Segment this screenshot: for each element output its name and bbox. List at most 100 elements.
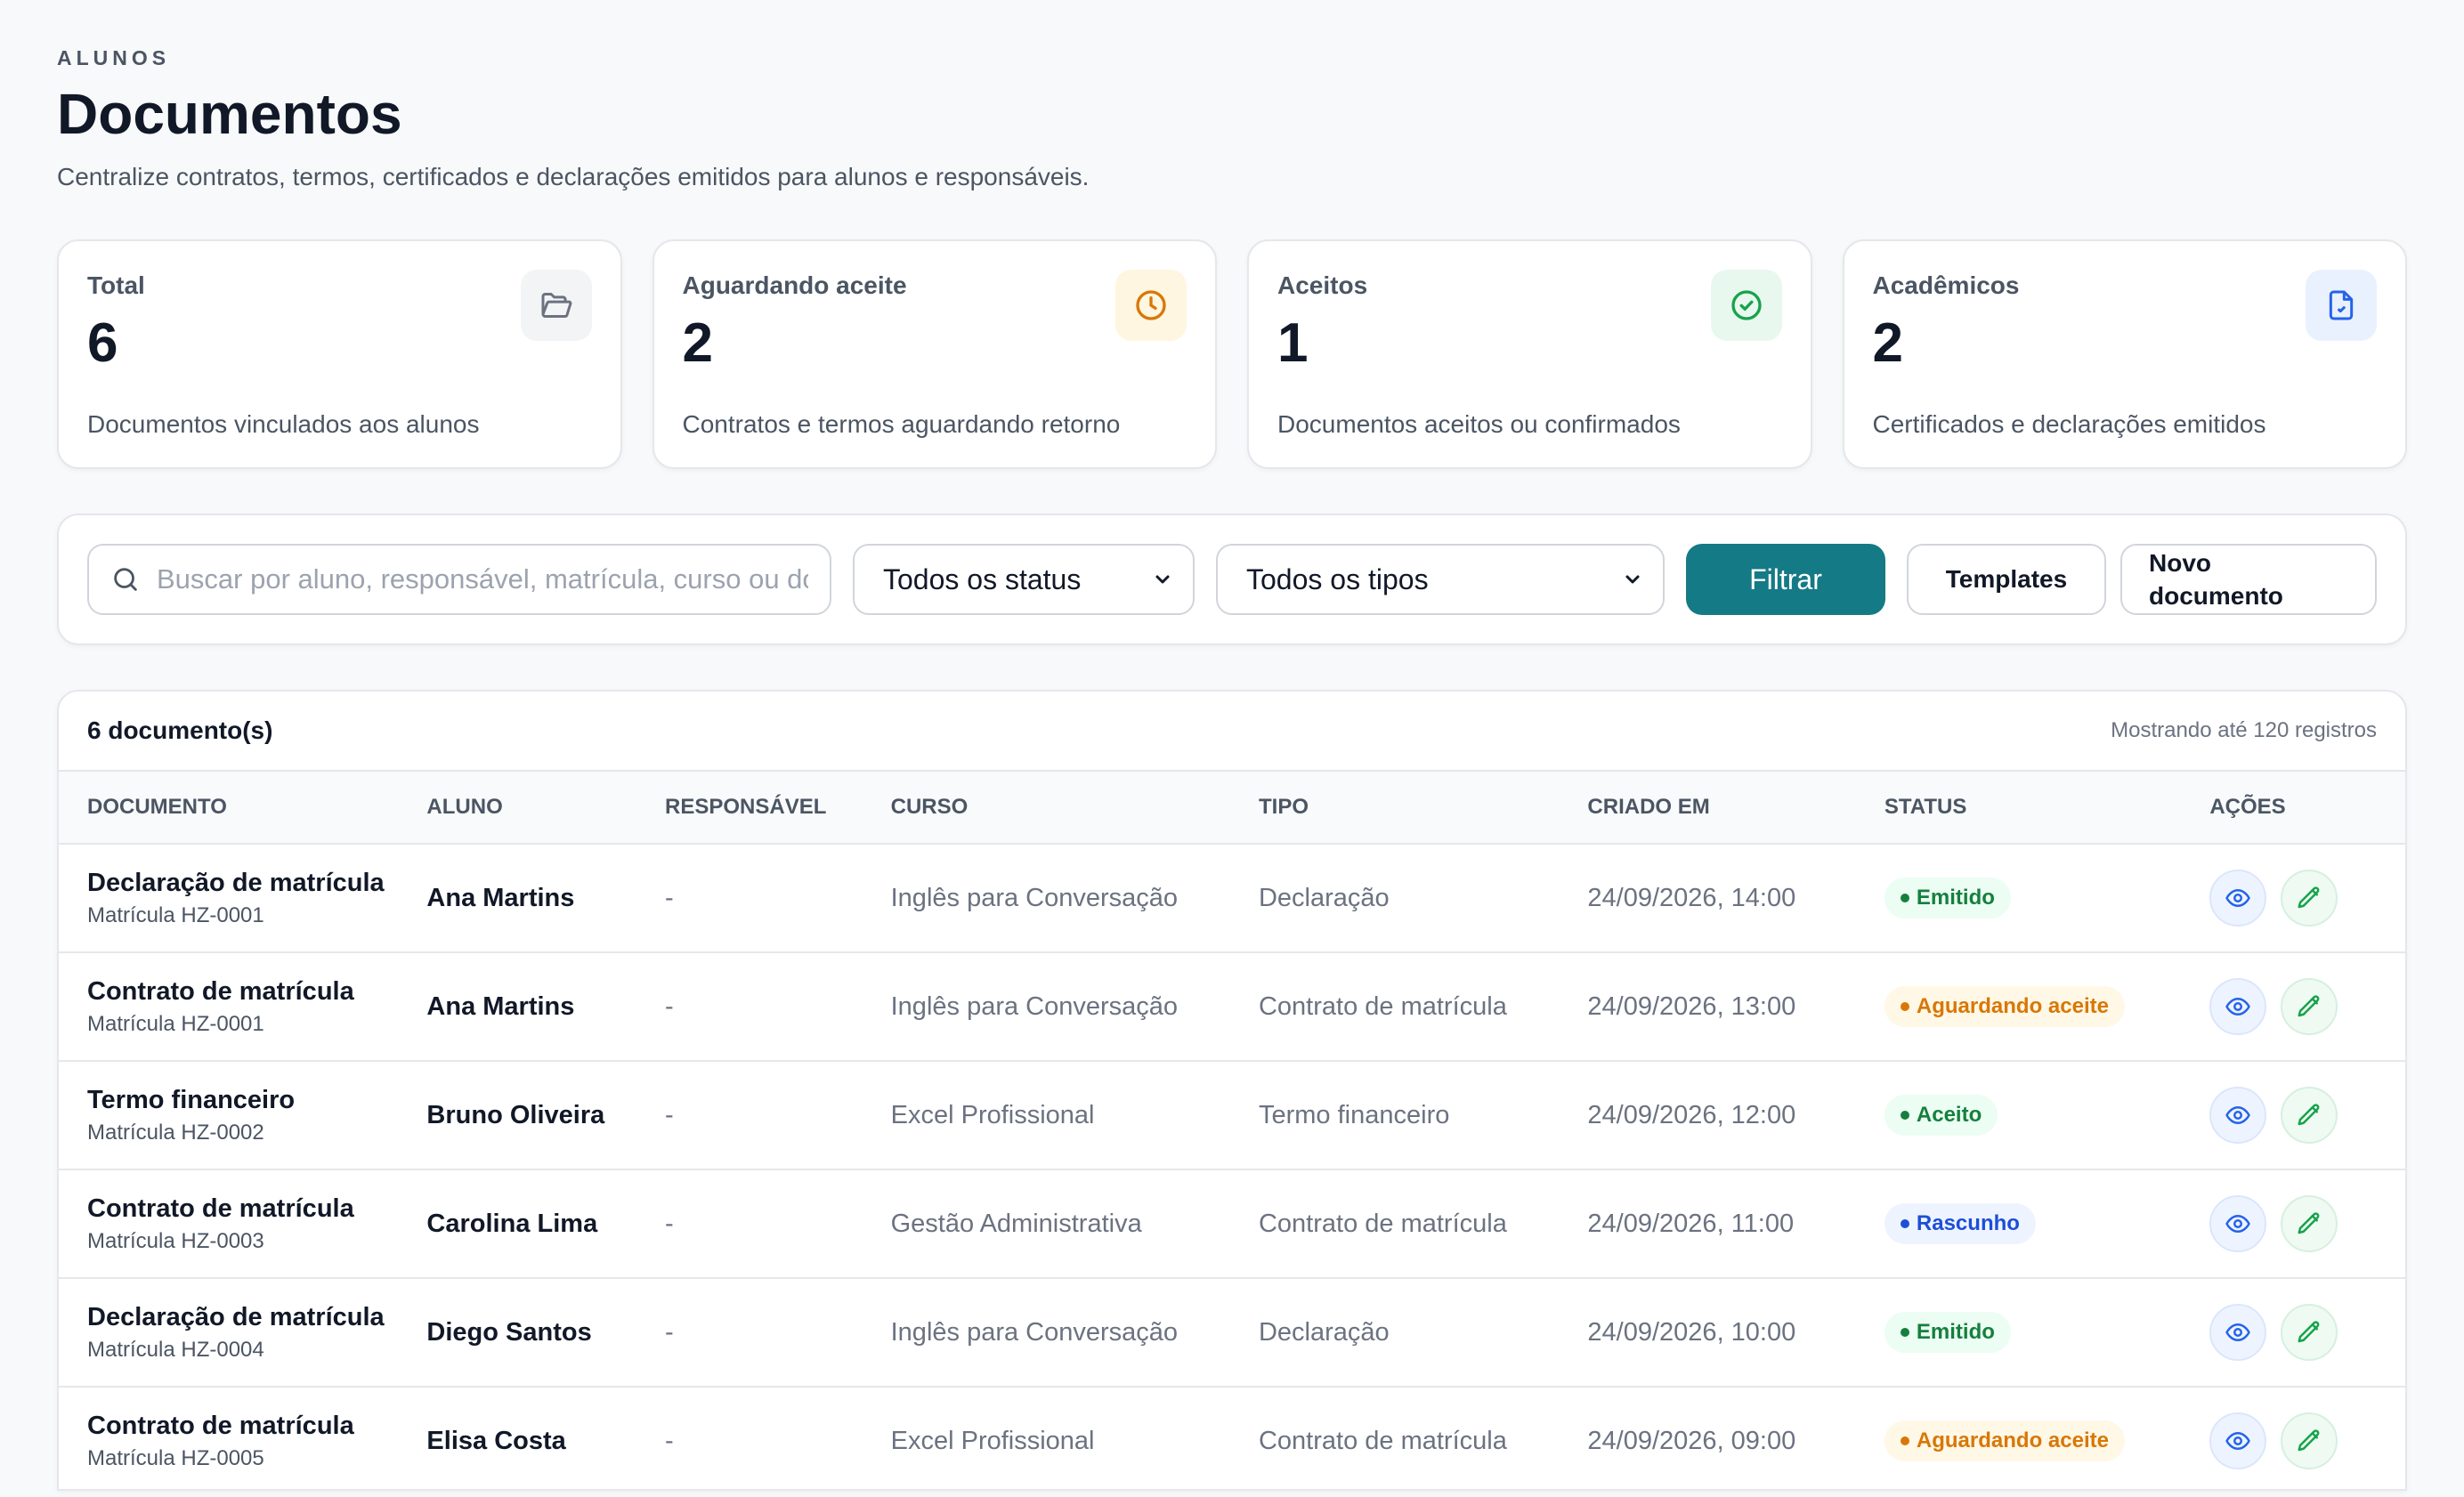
- view-button[interactable]: [2209, 1195, 2267, 1253]
- document-type: Contrato de matrícula: [1258, 1209, 1507, 1238]
- stat-label: Aguardando aceite: [682, 271, 907, 300]
- filter-bar: Todos os status Todos os tipos Filtrar T…: [57, 514, 2407, 646]
- col-documento: DOCUMENTO: [87, 795, 227, 820]
- document-type: Contrato de matrícula: [1258, 991, 1507, 1021]
- table-row[interactable]: Termo financeiro Matrícula HZ-0002 Bruno O…: [59, 1062, 2405, 1171]
- status-label: Aguardando aceite: [1916, 1428, 2109, 1453]
- document-title[interactable]: Declaração de matrícula: [87, 869, 426, 898]
- created-at: 24/09/2026, 09:00: [1587, 1426, 1796, 1455]
- status-label: Aguardando aceite: [1916, 994, 2109, 1019]
- student-name: Carolina Lima: [426, 1209, 598, 1238]
- course-name: Excel Profissional: [890, 1426, 1095, 1455]
- document-cell: Contrato de matrícula Matrícula HZ-0003: [59, 1194, 426, 1254]
- created-at: 24/09/2026, 12:00: [1587, 1100, 1796, 1129]
- col-status: STATUS: [1884, 795, 1967, 820]
- document-title[interactable]: Declaração de matrícula: [87, 1303, 426, 1332]
- document-cell: Termo financeiro Matrícula HZ-0002: [59, 1086, 426, 1145]
- stat-label: Total: [87, 271, 145, 300]
- table-row[interactable]: Contrato de matrícula Matrícula HZ-0005 El…: [59, 1388, 2405, 1489]
- document-title[interactable]: Contrato de matrícula: [87, 1194, 426, 1224]
- stat-card-academic: Acadêmicos 2 Certificados e declarações …: [1842, 239, 2407, 470]
- document-cell: Contrato de matrícula Matrícula HZ-0001: [59, 977, 426, 1037]
- table-row[interactable]: Contrato de matrícula Matrícula HZ-0003 Ca…: [59, 1170, 2405, 1280]
- stat-label: Aceitos: [1277, 271, 1368, 300]
- status-badge: Emitido: [1884, 1312, 2011, 1354]
- guardian-name: -: [665, 1100, 674, 1129]
- new-document-button[interactable]: Novo documento: [2120, 544, 2377, 616]
- col-acoes: AÇÕES: [2209, 795, 2286, 820]
- records-info: Mostrando até 120 registros: [2111, 718, 2377, 743]
- stat-value: 2: [1872, 312, 1903, 375]
- edit-button[interactable]: [2281, 1304, 2338, 1362]
- table-row[interactable]: Declaração de matrícula Matrícula HZ-0004…: [59, 1279, 2405, 1388]
- document-title[interactable]: Termo financeiro: [87, 1086, 426, 1115]
- student-name: Ana Martins: [426, 991, 575, 1021]
- document-title[interactable]: Contrato de matrícula: [87, 977, 426, 1007]
- status-dot-icon: [1900, 1111, 1909, 1121]
- document-type: Termo financeiro: [1258, 1100, 1450, 1129]
- status-badge: Rascunho: [1884, 1203, 2036, 1245]
- status-cell: Aceito: [1884, 1095, 2209, 1137]
- guardian-name: -: [665, 1209, 674, 1238]
- stat-value: 2: [682, 312, 713, 375]
- type-select-value: Todos os tipos: [1246, 562, 1429, 595]
- enrollment-code: Matrícula HZ-0001: [87, 902, 264, 927]
- actions-cell: [2209, 978, 2405, 1036]
- col-curso: CURSO: [890, 795, 969, 820]
- student-name: Bruno Oliveira: [426, 1100, 605, 1129]
- search-icon: [114, 568, 137, 592]
- stat-desc: Documentos vinculados aos alunos: [87, 410, 480, 439]
- col-criado-em: CRIADO EM: [1587, 795, 1710, 820]
- enrollment-code: Matrícula HZ-0004: [87, 1337, 264, 1362]
- documents-table: 6 documento(s) Mostrando até 120 registr…: [57, 690, 2407, 1492]
- status-label: Rascunho: [1916, 1211, 2020, 1236]
- status-cell: Rascunho: [1884, 1203, 2209, 1245]
- table-row[interactable]: Contrato de matrícula Matrícula HZ-0001 An…: [59, 953, 2405, 1063]
- stat-label: Acadêmicos: [1872, 271, 2020, 300]
- actions-cell: [2209, 1412, 2405, 1470]
- templates-button[interactable]: Templates: [1907, 544, 2106, 616]
- document-cell: Declaração de matrícula Matrícula HZ-0001: [59, 869, 426, 928]
- course-name: Inglês para Conversação: [890, 991, 1179, 1021]
- search-input[interactable]: [157, 563, 808, 596]
- page-title: Documentos: [57, 82, 402, 146]
- guardian-name: -: [665, 1317, 674, 1347]
- view-button[interactable]: [2209, 1304, 2267, 1362]
- view-button[interactable]: [2209, 870, 2267, 927]
- status-badge: Emitido: [1884, 878, 2011, 919]
- edit-button[interactable]: [2281, 1195, 2338, 1253]
- course-name: Gestão Administrativa: [890, 1209, 1142, 1238]
- status-select[interactable]: Todos os status: [853, 544, 1195, 616]
- guardian-name: -: [665, 883, 674, 912]
- document-cell: Declaração de matrícula Matrícula HZ-0004: [59, 1303, 426, 1363]
- table-row[interactable]: Declaração de matrícula Matrícula HZ-0001…: [59, 845, 2405, 954]
- documents-page: ALUNOS Documentos Centralize contratos, …: [57, 43, 2407, 1492]
- view-button[interactable]: [2209, 1412, 2267, 1470]
- enrollment-code: Matrícula HZ-0003: [87, 1228, 264, 1253]
- chevron-down-icon: [1625, 575, 1640, 584]
- status-dot-icon: [1900, 1328, 1909, 1338]
- search-box[interactable]: [87, 544, 831, 616]
- stat-desc: Documentos aceitos ou confirmados: [1277, 410, 1681, 439]
- status-badge: Aguardando aceite: [1884, 986, 2125, 1028]
- student-name: Elisa Costa: [426, 1426, 566, 1455]
- table-body: Declaração de matrícula Matrícula HZ-0001…: [59, 845, 2405, 1489]
- edit-button[interactable]: [2281, 1087, 2338, 1145]
- edit-button[interactable]: [2281, 870, 2338, 927]
- status-dot-icon: [1900, 1219, 1909, 1229]
- document-cell: Contrato de matrícula Matrícula HZ-0005: [59, 1412, 426, 1471]
- filter-button[interactable]: Filtrar: [1686, 544, 1885, 616]
- col-aluno: ALUNO: [426, 795, 503, 820]
- view-button[interactable]: [2209, 978, 2267, 1036]
- document-type: Contrato de matrícula: [1258, 1426, 1507, 1455]
- status-label: Aceito: [1916, 1103, 1982, 1128]
- view-button[interactable]: [2209, 1087, 2267, 1145]
- edit-button[interactable]: [2281, 978, 2338, 1036]
- type-select[interactable]: Todos os tipos: [1216, 544, 1665, 616]
- status-cell: Emitido: [1884, 1312, 2209, 1354]
- status-dot-icon: [1900, 1002, 1909, 1012]
- document-type: Declaração: [1258, 1317, 1390, 1347]
- document-title[interactable]: Contrato de matrícula: [87, 1412, 426, 1441]
- edit-button[interactable]: [2281, 1412, 2338, 1470]
- pencil-icon: [2296, 885, 2322, 911]
